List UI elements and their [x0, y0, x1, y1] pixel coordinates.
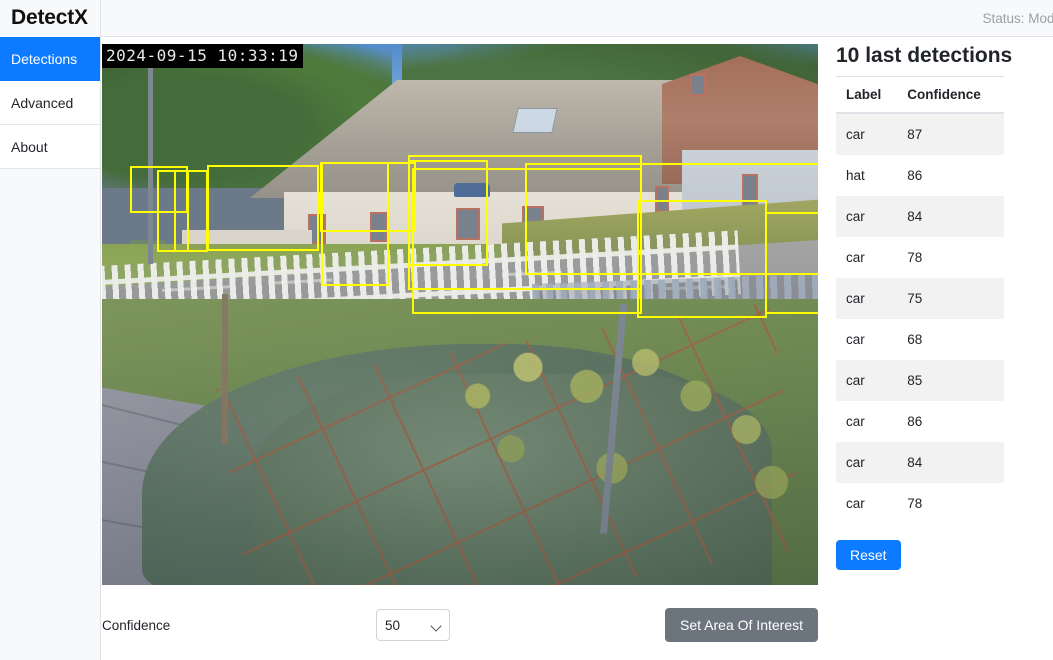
detection-label: car: [846, 250, 865, 265]
window: [456, 208, 480, 240]
detections-table-head: Label Confidence: [836, 76, 1004, 114]
detection-label: car: [846, 127, 865, 142]
video-timestamp: 2024-09-15 10:33:19: [102, 44, 303, 68]
window: [370, 212, 387, 242]
table-row: car 78: [836, 483, 1004, 524]
app-title: DetectX: [11, 6, 88, 29]
detections-title: 10 last detections: [836, 44, 1013, 67]
camera-scene-image: [102, 44, 818, 585]
bottom-control-bar: Confidence 50 Set Area Of Interest: [102, 600, 818, 650]
detection-confidence: 75: [907, 291, 923, 306]
table-row: hat 86: [836, 155, 1004, 196]
sidebar: Detections Advanced About: [0, 37, 101, 660]
status-text: Status: Mode: [982, 10, 1053, 26]
sidebar-item-label: Detections: [11, 50, 78, 67]
detection-confidence: 84: [907, 209, 923, 224]
set-area-of-interest-button[interactable]: Set Area Of Interest: [665, 608, 818, 642]
detection-confidence: 87: [907, 127, 923, 142]
reset-button[interactable]: Reset: [836, 540, 901, 570]
confidence-select[interactable]: 50: [376, 609, 450, 641]
table-row: car 87: [836, 113, 1004, 155]
sidebar-item-detections[interactable]: Detections: [0, 37, 100, 81]
table-row: car 68: [836, 319, 1004, 360]
table-row: car 85: [836, 360, 1004, 401]
window: [742, 174, 758, 208]
confidence-label: Confidence: [102, 617, 171, 633]
sidebar-item-about[interactable]: About: [0, 125, 100, 169]
parked-car: [454, 183, 490, 197]
garden-post: [222, 294, 228, 444]
detection-confidence: 78: [907, 250, 923, 265]
detection-confidence: 86: [907, 414, 923, 429]
chevron-down-icon: [432, 621, 441, 630]
confidence-select-value: 50: [385, 617, 401, 633]
table-row: car 78: [836, 237, 1004, 278]
app-header: DetectX Status: Mode: [0, 0, 1053, 37]
detection-label: car: [846, 496, 865, 511]
sidebar-item-label: About: [11, 138, 48, 155]
column-header-confidence: Confidence: [893, 76, 1004, 114]
brand-cell: DetectX: [0, 0, 101, 37]
utility-pole: [148, 54, 153, 264]
detection-confidence: 84: [907, 455, 923, 470]
window: [655, 186, 669, 212]
detections-table-body: car 87 hat 86 car 84 car 78 car 75 car 68 car 85 car 86…: [836, 113, 1004, 524]
detection-confidence: 85: [907, 373, 923, 388]
sidebar-item-label: Advanced: [11, 94, 74, 111]
column-header-label: Label: [836, 76, 894, 114]
table-row: car 84: [836, 196, 1004, 237]
camera-video-pane[interactable]: 2024-09-15 10:33:19: [102, 44, 818, 585]
detections-table: Label Confidence car 87 hat 86 car 84 car 78 car…: [836, 76, 1004, 524]
skylight: [512, 108, 558, 133]
table-row: car 86: [836, 401, 1004, 442]
sidebar-filler: [0, 169, 100, 660]
table-header-row: Label Confidence: [836, 76, 1004, 114]
detection-label: car: [846, 455, 865, 470]
detection-confidence: 68: [907, 332, 923, 347]
detection-label: hat: [846, 168, 865, 183]
table-row: car 84: [836, 442, 1004, 483]
detection-label: car: [846, 209, 865, 224]
detections-panel: 10 last detections Label Confidence car 8…: [830, 44, 1013, 570]
detection-label: car: [846, 291, 865, 306]
detection-confidence: 78: [907, 496, 923, 511]
detection-label: car: [846, 332, 865, 347]
window: [690, 74, 706, 96]
detection-label: car: [846, 373, 865, 388]
table-row: car 75: [836, 278, 1004, 319]
sidebar-item-advanced[interactable]: Advanced: [0, 81, 100, 125]
detection-label: car: [846, 414, 865, 429]
detection-confidence: 86: [907, 168, 923, 183]
